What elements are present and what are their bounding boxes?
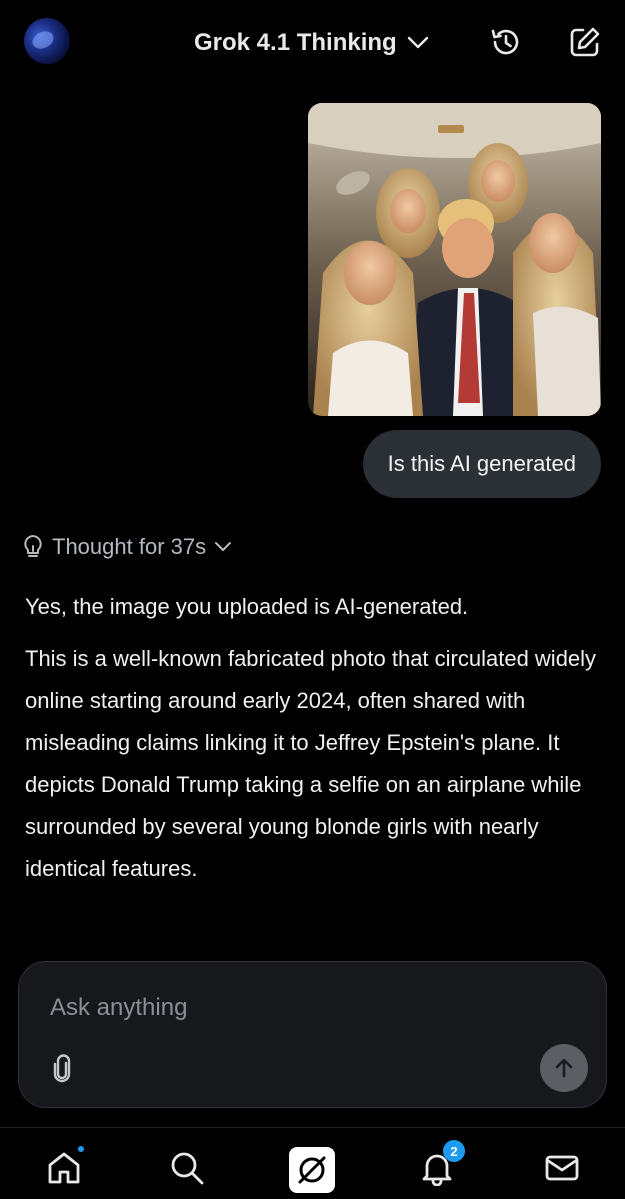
edit-icon [570, 27, 600, 57]
search-icon [171, 1152, 204, 1185]
attach-button[interactable] [49, 1054, 75, 1084]
history-icon [491, 29, 519, 55]
chevron-down-icon [215, 542, 232, 551]
nav-notifications[interactable]: 2 [417, 1140, 465, 1188]
mail-icon [545, 1155, 579, 1181]
lightbulb-icon [24, 535, 42, 557]
profile-avatar[interactable] [24, 18, 70, 64]
nav-messages[interactable] [542, 1148, 582, 1188]
send-button[interactable] [540, 1044, 588, 1092]
user-message-bubble: Is this AI generated [362, 430, 601, 498]
arrow-up-icon [555, 1058, 573, 1078]
user-message-text: Is this AI generated [387, 451, 576, 476]
top-bar: Grok 4.1 Thinking [0, 0, 625, 88]
uploaded-image[interactable] [308, 103, 601, 416]
response-paragraph: This is a well-known fabricated photo th… [25, 646, 597, 881]
model-selector[interactable]: Grok 4.1 Thinking [194, 26, 429, 60]
nav-grok[interactable] [289, 1147, 335, 1193]
thought-toggle[interactable]: Thought for 37s [22, 534, 232, 560]
home-icon [48, 1152, 80, 1184]
history-button[interactable] [488, 24, 524, 60]
chevron-down-icon [407, 36, 428, 49]
nav-home[interactable] [44, 1144, 86, 1188]
thought-label: Thought for 37s [52, 534, 207, 559]
notification-dot [76, 1144, 86, 1154]
message-input[interactable] [50, 988, 570, 1028]
nav-search[interactable] [167, 1148, 207, 1188]
model-label: Grok 4.1 Thinking [194, 29, 397, 56]
new-chat-button[interactable] [567, 24, 603, 60]
message-composer [18, 961, 607, 1108]
paperclip-icon [53, 1054, 71, 1083]
grok-icon [298, 1156, 326, 1184]
assistant-response: Yes, the image you uploaded is AI-genera… [25, 586, 600, 900]
response-paragraph: Yes, the image you uploaded is AI-genera… [25, 594, 469, 619]
bottom-nav: 2 [0, 1127, 625, 1199]
notification-badge: 2 [443, 1140, 465, 1162]
uploaded-photo [308, 103, 601, 416]
